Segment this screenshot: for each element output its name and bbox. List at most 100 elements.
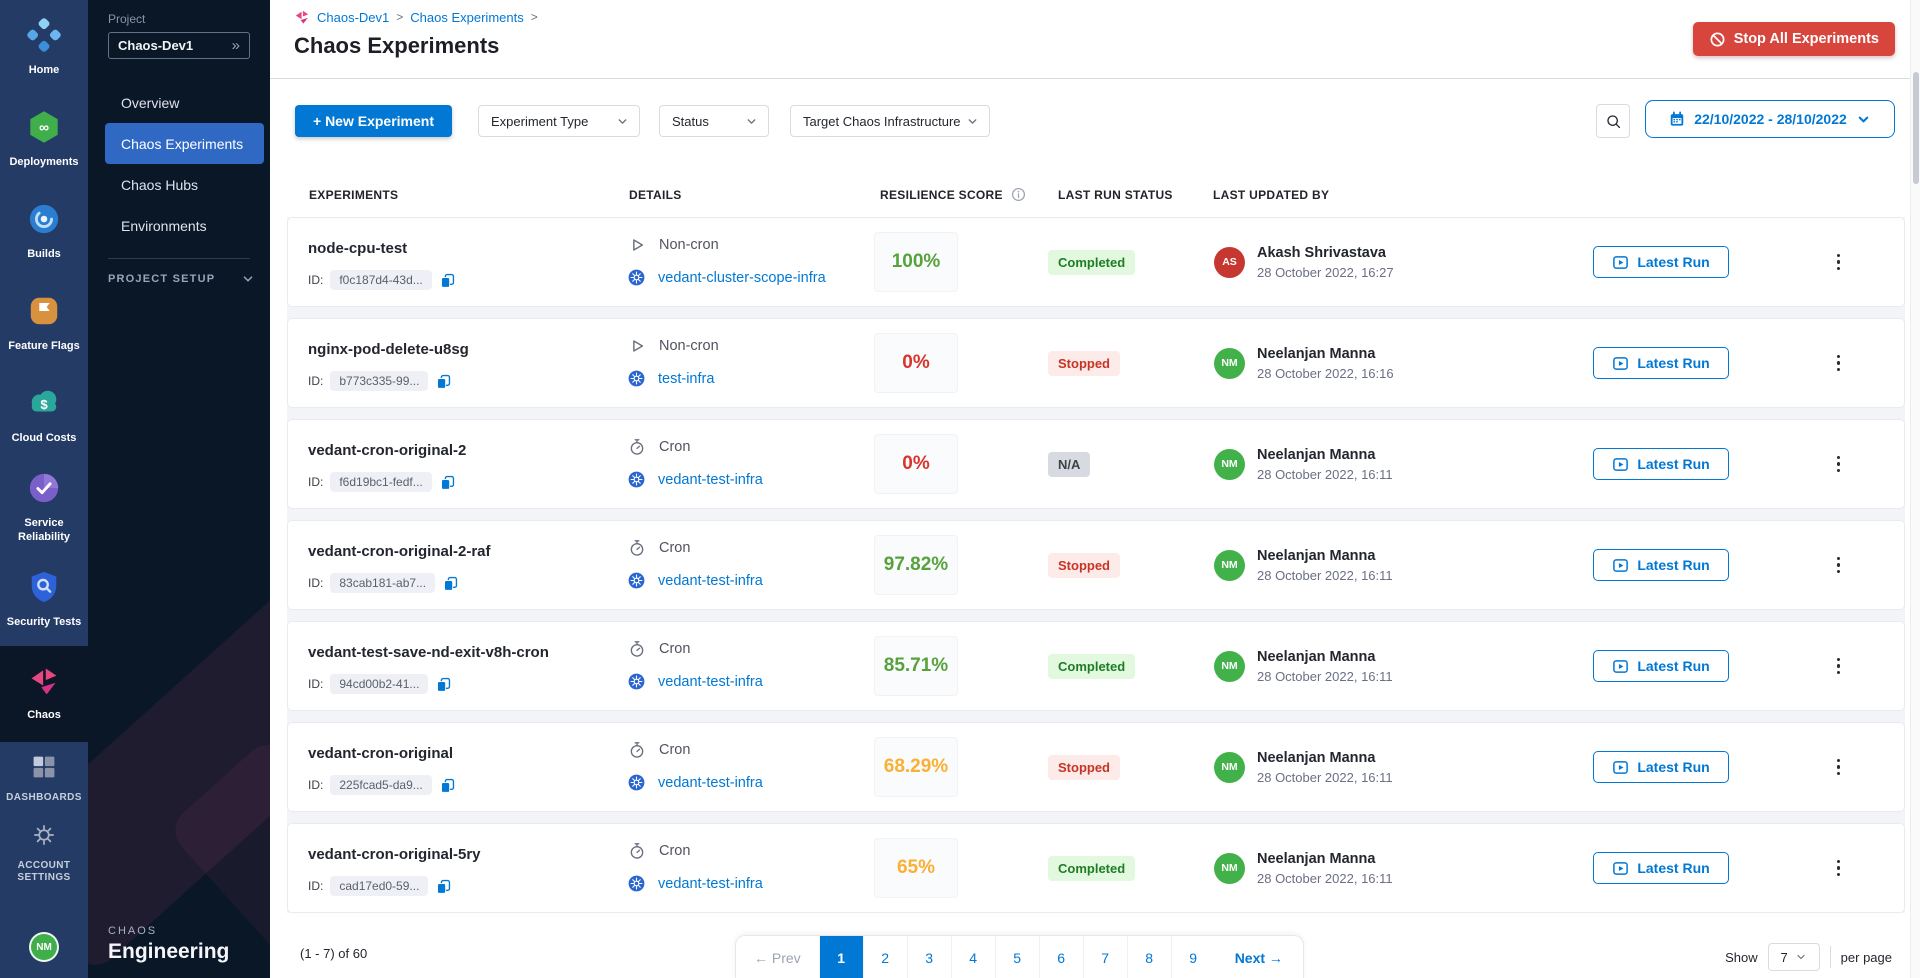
latest-run-label: Latest Run (1637, 860, 1709, 876)
rail-item-account-settings[interactable]: ACCOUNT SETTINGS (0, 816, 88, 890)
next-page-button[interactable]: Next → (1215, 936, 1303, 978)
latest-run-button[interactable]: Latest Run (1593, 549, 1729, 581)
info-icon (1011, 187, 1026, 202)
page-number-button[interactable]: 6 (1039, 936, 1083, 978)
page-number-button[interactable]: 1 (819, 936, 863, 978)
rail-item-cloud-costs[interactable]: $ Cloud Costs (0, 370, 88, 462)
per-page-select[interactable]: 7 (1768, 943, 1820, 971)
page-number-button[interactable]: 4 (951, 936, 995, 978)
kubernetes-icon (628, 269, 645, 286)
resilience-score: 0% (874, 333, 958, 393)
page-number-button[interactable]: 9 (1171, 936, 1215, 978)
rail-label: ACCOUNT SETTINGS (0, 860, 88, 885)
rail-item-chaos[interactable]: Chaos (0, 646, 88, 742)
breadcrumb-link-chaos-experiments[interactable]: Chaos Experiments (410, 10, 523, 25)
filter-status[interactable]: Status (659, 105, 769, 137)
rail-item-dashboards[interactable]: DASHBOARDS (0, 742, 88, 816)
kebab-menu-icon[interactable] (1831, 450, 1847, 479)
project-selector[interactable]: Chaos-Dev1 » (108, 32, 250, 59)
kebab-menu-icon[interactable] (1831, 551, 1847, 580)
breadcrumb: Chaos-Dev1 > Chaos Experiments > (294, 9, 538, 25)
kebab-menu-icon[interactable] (1831, 652, 1847, 681)
status-badge: Stopped (1048, 351, 1120, 376)
user-avatar[interactable]: NM (29, 932, 59, 962)
copy-icon[interactable] (439, 777, 456, 794)
copy-icon[interactable] (439, 272, 456, 289)
copy-icon[interactable] (435, 878, 452, 895)
latest-run-button[interactable]: Latest Run (1593, 246, 1729, 278)
row-menu-cell (1753, 420, 1904, 508)
page-number-button[interactable]: 8 (1127, 936, 1171, 978)
kebab-menu-icon[interactable] (1831, 248, 1847, 277)
infrastructure-link[interactable]: vedant-test-infra (658, 876, 763, 892)
copy-icon[interactable] (439, 474, 456, 491)
page-number-button[interactable]: 7 (1083, 936, 1127, 978)
last-updated-by-cell: NM Neelanjan Manna 28 October 2022, 16:1… (1214, 824, 1593, 912)
experiment-name[interactable]: vedant-cron-original (308, 745, 628, 762)
experiment-name[interactable]: vedant-test-save-nd-exit-v8h-cron (308, 644, 628, 661)
avatar: NM (1214, 449, 1245, 480)
rail-label: Chaos (24, 709, 64, 723)
experiment-cell: vedant-test-save-nd-exit-v8h-cron ID: 94… (288, 622, 628, 710)
page-number-button[interactable]: 5 (995, 936, 1039, 978)
sidebar-item-chaos-hubs[interactable]: Chaos Hubs (88, 164, 270, 205)
chevron-down-icon (1856, 112, 1871, 127)
kebab-menu-icon[interactable] (1831, 753, 1847, 782)
infrastructure-link[interactable]: vedant-test-infra (658, 573, 763, 589)
latest-run-label: Latest Run (1637, 456, 1709, 472)
rail-item-service-reliability[interactable]: Service Reliability (0, 462, 88, 554)
status-badge: Stopped (1048, 755, 1120, 780)
latest-run-button[interactable]: Latest Run (1593, 852, 1729, 884)
new-experiment-button[interactable]: + New Experiment (295, 105, 452, 137)
latest-run-button[interactable]: Latest Run (1593, 650, 1729, 682)
date-range-picker[interactable]: 22/10/2022 - 28/10/2022 (1645, 100, 1895, 138)
rail-item-feature-flags[interactable]: Feature Flags (0, 278, 88, 370)
prev-page-button[interactable]: ← Prev (736, 936, 819, 978)
search-button[interactable] (1596, 104, 1630, 138)
infrastructure-link[interactable]: vedant-test-infra (658, 472, 763, 488)
main-content: Chaos-Dev1 > Chaos Experiments > Chaos E… (270, 0, 1920, 978)
kebab-menu-icon[interactable] (1831, 854, 1847, 883)
last-run-status-cell: Stopped (1048, 319, 1214, 407)
kubernetes-icon (628, 370, 645, 387)
copy-icon[interactable] (435, 676, 452, 693)
experiment-name[interactable]: vedant-cron-original-5ry (308, 846, 628, 863)
filter-experiment-type[interactable]: Experiment Type (478, 105, 640, 137)
stop-all-experiments-button[interactable]: Stop All Experiments (1693, 22, 1895, 56)
breadcrumb-link-project[interactable]: Chaos-Dev1 (317, 10, 389, 25)
rail-item-security-tests[interactable]: Security Tests (0, 554, 88, 646)
experiment-name[interactable]: nginx-pod-delete-u8sg (308, 341, 628, 358)
page-number-button[interactable]: 2 (863, 936, 907, 978)
filter-target-chaos-infrastructure[interactable]: Target Chaos Infrastructure (790, 105, 990, 137)
rail-item-home[interactable]: Home (0, 2, 88, 94)
collapse-sidebar-icon[interactable]: » (232, 38, 240, 53)
copy-icon[interactable] (442, 575, 459, 592)
rail-item-builds[interactable]: Builds (0, 186, 88, 278)
rail-label: Cloud Costs (9, 432, 80, 446)
experiment-name[interactable]: vedant-cron-original-2-raf (308, 543, 628, 560)
experiment-id-row: ID: b773c335-99... (308, 371, 628, 391)
project-setup-toggle[interactable]: PROJECT SETUP (108, 272, 255, 286)
latest-run-button[interactable]: Latest Run (1593, 751, 1729, 783)
resilience-score: 100% (874, 232, 958, 292)
sidebar-item-overview[interactable]: Overview (88, 82, 270, 123)
infrastructure-link[interactable]: vedant-cluster-scope-infra (658, 270, 826, 286)
sidebar-item-environments[interactable]: Environments (88, 205, 270, 246)
scrollbar-thumb[interactable] (1913, 72, 1919, 184)
sidebar-item-chaos-experiments[interactable]: Chaos Experiments (105, 123, 264, 164)
page-number-button[interactable]: 3 (907, 936, 951, 978)
copy-icon[interactable] (435, 373, 452, 390)
experiment-name[interactable]: node-cpu-test (308, 240, 628, 257)
vertical-scrollbar[interactable] (1910, 0, 1920, 978)
rail-item-deployments[interactable]: ∞ Deployments (0, 94, 88, 186)
latest-run-cell: Latest Run (1593, 622, 1753, 710)
infrastructure-link[interactable]: vedant-test-infra (658, 775, 763, 791)
experiment-id: f6d19bc1-fedf... (330, 472, 431, 492)
infrastructure-link[interactable]: vedant-test-infra (658, 674, 763, 690)
latest-run-button[interactable]: Latest Run (1593, 448, 1729, 480)
resilience-score: 85.71% (874, 636, 958, 696)
infrastructure-link[interactable]: test-infra (658, 371, 714, 387)
experiment-name[interactable]: vedant-cron-original-2 (308, 442, 628, 459)
latest-run-button[interactable]: Latest Run (1593, 347, 1729, 379)
kebab-menu-icon[interactable] (1831, 349, 1847, 378)
